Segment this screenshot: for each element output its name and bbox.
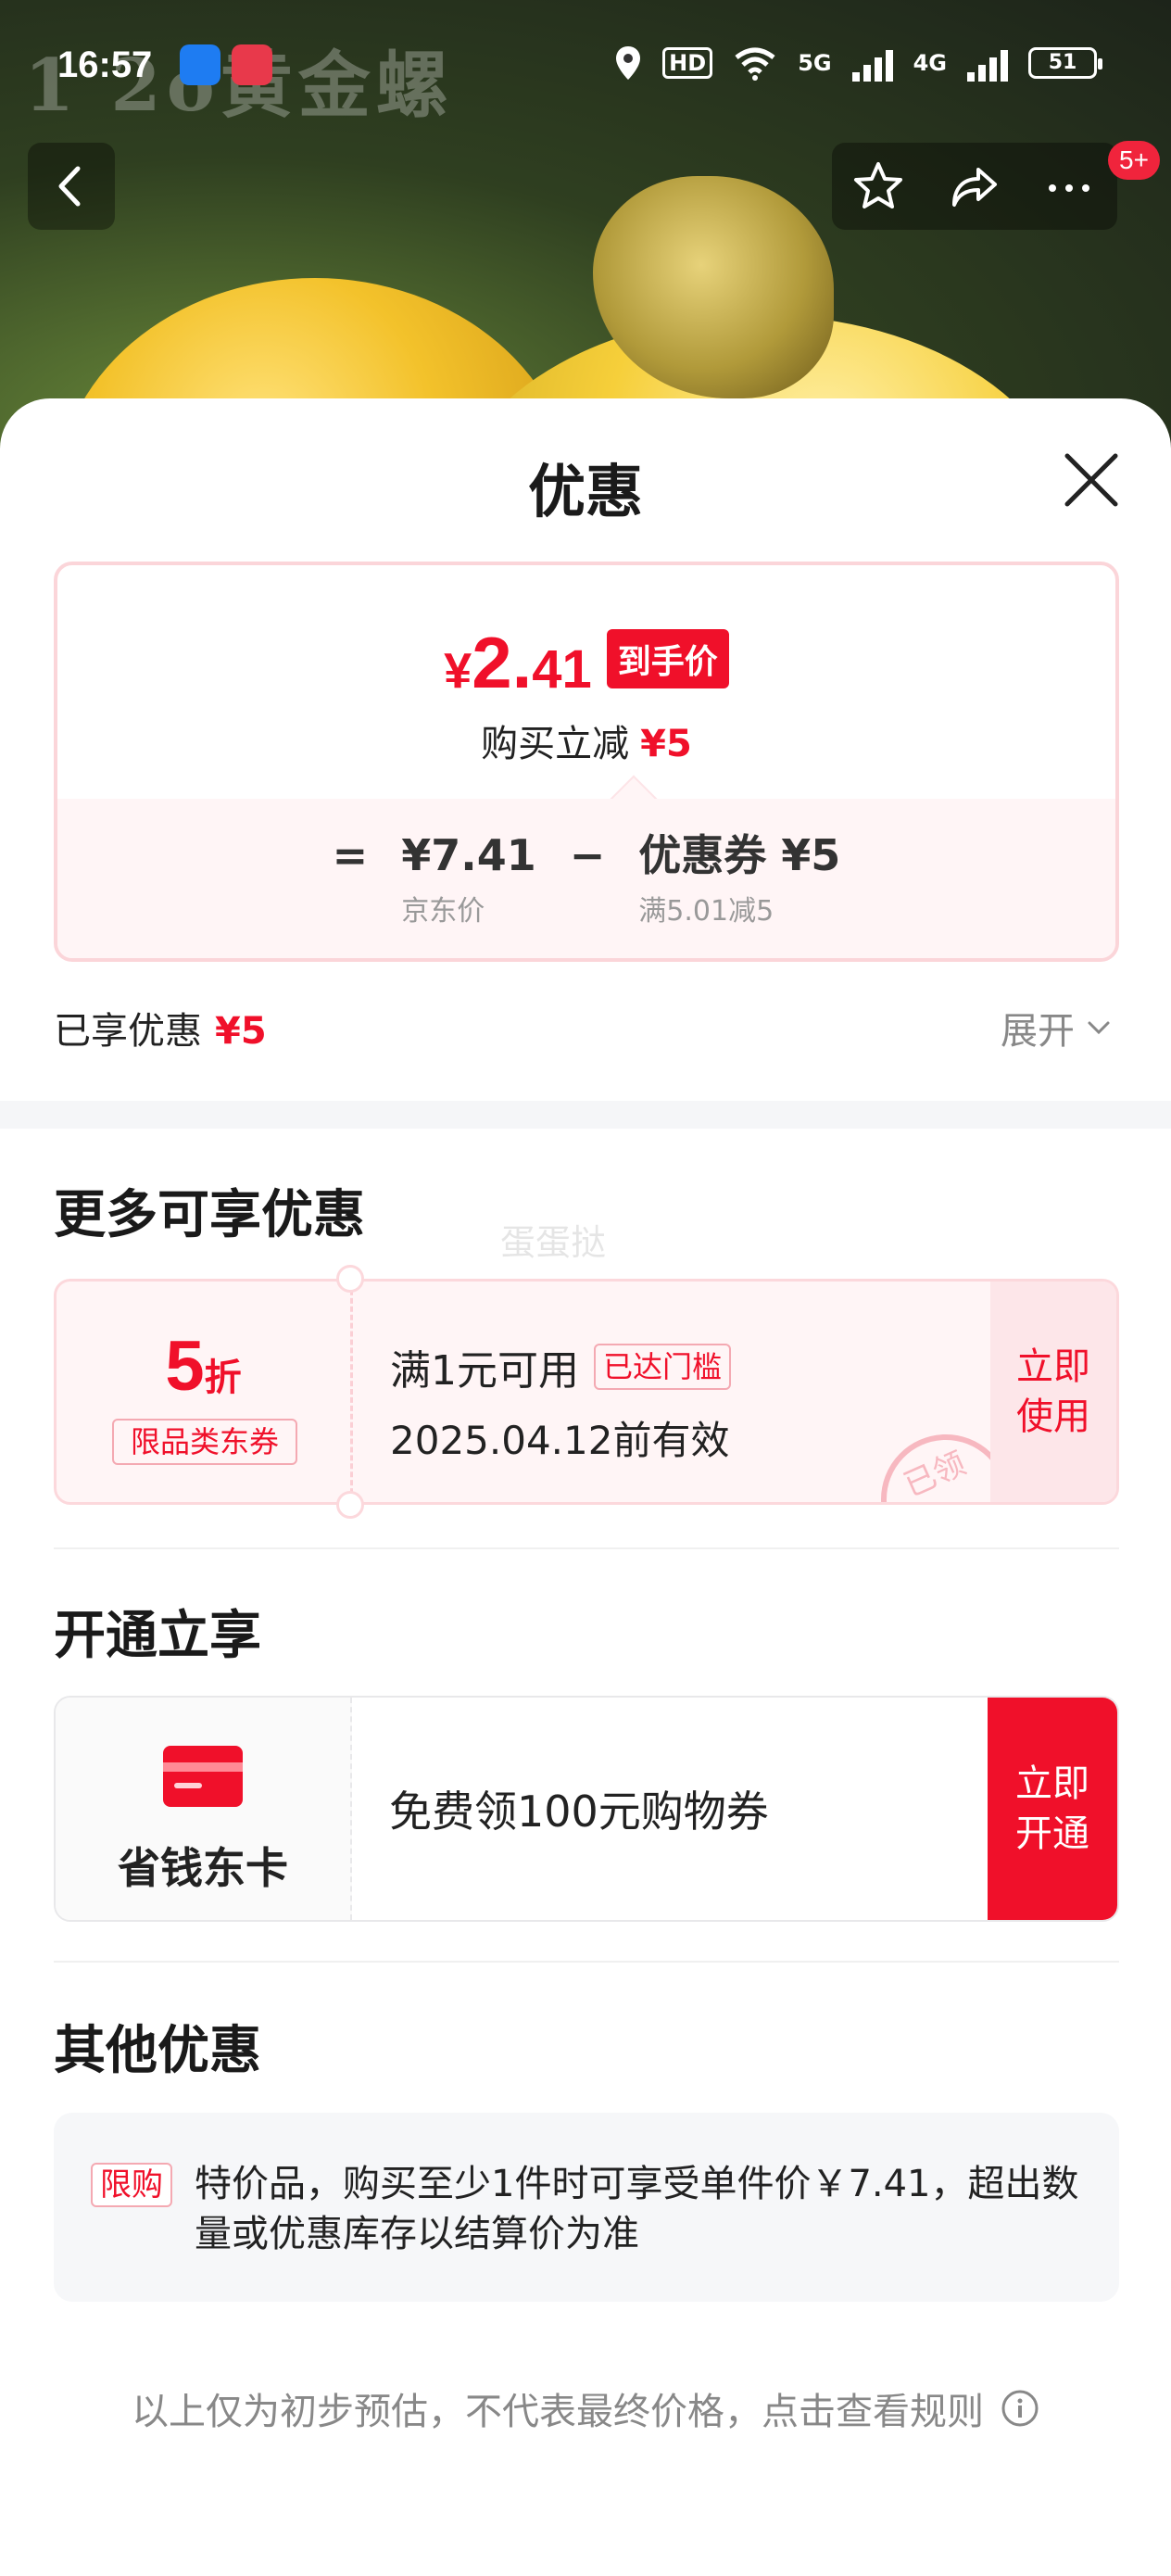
expand-label: 展开 xyxy=(1001,1010,1075,1053)
favorite-button[interactable] xyxy=(832,143,925,230)
enjoyed-discount: 已享优惠 ¥5 xyxy=(54,1001,267,1054)
notification-app-icon xyxy=(232,44,272,85)
final-price-tag: 到手价 xyxy=(606,629,729,688)
enjoyed-discount-value: ¥5 xyxy=(215,1010,267,1053)
network-4g-label: 4G xyxy=(913,50,947,76)
battery-icon: 51 xyxy=(1028,47,1102,79)
system-indicators: HD 5G 4G 51 xyxy=(614,44,1102,82)
base-price-label: 京东价 xyxy=(401,895,485,928)
threshold-reached-tag: 已达门槛 xyxy=(594,1344,732,1390)
coupon-type-tag: 限品类东券 xyxy=(112,1419,297,1465)
close-icon xyxy=(1064,453,1118,507)
use-now-label: 立即使用 xyxy=(1016,1345,1090,1438)
hd-voice-icon: HD xyxy=(662,47,713,79)
status-bar: 16:57 HD 5G 4G 51 xyxy=(0,37,1171,102)
wifi-icon xyxy=(735,47,775,81)
coupon-info: 满1元可用 已达门槛 2025.04.12前有效 xyxy=(390,1337,732,1466)
other-promotions-title: 其他优惠 xyxy=(54,2021,261,2081)
coupon-condition-row: 满1元可用 已达门槛 xyxy=(390,1337,732,1396)
base-price-term: ¥7.41 京东价 xyxy=(401,830,536,928)
price-formula: = ¥7.41 京东价 − 优惠券 ¥5 满5.01减5 xyxy=(57,830,1115,928)
coupon-amount: 优惠券 ¥5 xyxy=(638,830,841,880)
purchase-limit-tag: 限购 xyxy=(91,2163,172,2207)
share-icon xyxy=(952,168,997,207)
chevron-left-icon xyxy=(58,166,81,207)
currency-symbol: ¥ xyxy=(444,643,472,699)
use-now-button[interactable]: 立即使用 xyxy=(990,1282,1116,1502)
info-icon xyxy=(1001,2390,1039,2427)
clock: 16:57 xyxy=(57,44,153,85)
final-price-card: ¥2.41 到手价 购买立减 ¥5 = ¥7.41 京东价 − 优惠券 ¥5 满5… xyxy=(54,562,1119,962)
instant-discount-line: 购买立减 ¥5 xyxy=(57,713,1115,767)
price-breakdown: = ¥7.41 京东价 − 优惠券 ¥5 满5.01减5 xyxy=(57,799,1115,958)
final-price-row: ¥2.41 到手价 xyxy=(57,621,1115,705)
card-icon xyxy=(163,1746,243,1807)
location-icon xyxy=(616,46,641,80)
promotion-sheet: 优惠 ¥2.41 到手价 购买立减 ¥5 = ¥7.41 京东价 − 优惠券 ¥… xyxy=(0,398,1171,2576)
message-count-badge: 5+ xyxy=(1108,141,1160,180)
section-divider xyxy=(54,1961,1119,1963)
coupon-validity: 2025.04.12前有效 xyxy=(390,1418,730,1463)
activate-title: 开通立享 xyxy=(54,1606,261,1666)
coupon-discount: 5折 xyxy=(57,1326,350,1407)
member-card: 省钱东卡 免费领100元购物券 立即开通 xyxy=(54,1696,1119,1922)
price-rules-link[interactable]: 以上仅为初步预估，不代表最终价格，点击查看规则 xyxy=(0,2381,1171,2435)
instant-discount-value: ¥5 xyxy=(640,723,692,765)
star-icon xyxy=(854,162,902,208)
coupon-card: 5折 限品类东券 满1元可用 已达门槛 2025.04.12前有效 已领 立即使… xyxy=(54,1279,1119,1505)
user-watermark: 蛋蛋挞 xyxy=(500,1222,607,1263)
coupon-rule: 满5.01减5 xyxy=(638,895,774,928)
member-card-brand: 省钱东卡 xyxy=(56,1698,352,1920)
coupon-term: 优惠券 ¥5 满5.01减5 xyxy=(638,830,840,928)
share-button[interactable] xyxy=(928,143,1021,230)
member-benefit: 免费领100元购物券 xyxy=(389,1787,769,1837)
section-divider xyxy=(54,1547,1119,1549)
final-price-summary: ¥2.41 到手价 购买立减 ¥5 xyxy=(57,565,1115,799)
purchase-limit-notice: 限购 特价品，购买至少1件时可享受单件价￥7.41，超出数量或优惠库存以结算价为… xyxy=(54,2113,1119,2302)
coupon-condition: 满1元可用 xyxy=(390,1347,579,1395)
close-button[interactable] xyxy=(1052,441,1130,519)
section-divider xyxy=(0,1101,1171,1129)
notification-app-icon xyxy=(180,44,220,85)
instant-discount-label: 购买立减 xyxy=(481,723,630,765)
purchase-limit-text: 特价品，购买至少1件时可享受单件价￥7.41，超出数量或优惠库存以结算价为准 xyxy=(195,2163,1079,2255)
price-integer: 2. xyxy=(472,622,533,703)
coupon-discount-number: 5 xyxy=(165,1327,205,1406)
price-decimal: 41 xyxy=(532,639,592,700)
signal-icon xyxy=(851,44,893,82)
activate-now-button[interactable]: 立即开通 xyxy=(988,1698,1117,1920)
expand-button[interactable]: 展开 xyxy=(1001,1001,1114,1054)
more-icon xyxy=(1049,184,1089,192)
chevron-down-icon xyxy=(1088,1021,1110,1035)
activate-now-label: 立即开通 xyxy=(1015,1762,1089,1855)
coupon-notch xyxy=(336,1491,364,1519)
enjoyed-discount-label: 已享优惠 xyxy=(54,1010,202,1053)
base-price: ¥7.41 xyxy=(401,830,536,880)
coupon-discount-unit: 折 xyxy=(204,1357,242,1399)
member-card-name: 省钱东卡 xyxy=(118,1843,288,1893)
final-price: ¥2.41 xyxy=(444,621,592,705)
more-button[interactable] xyxy=(1023,143,1115,230)
price-rules-text: 以上仅为初步预估，不代表最终价格，点击查看规则 xyxy=(132,2391,984,2433)
coupon-discount-panel: 5折 限品类东券 xyxy=(57,1282,353,1502)
top-action-group xyxy=(832,143,1117,230)
back-button[interactable] xyxy=(28,143,115,230)
coupon-notch xyxy=(336,1265,364,1293)
sheet-title: 优惠 xyxy=(527,458,643,525)
signal-icon xyxy=(967,44,1008,82)
more-promotions-title: 更多可享优惠 xyxy=(54,1185,365,1245)
minus-sign: − xyxy=(569,830,606,880)
equals-sign: = xyxy=(332,830,369,880)
network-5g-label: 5G xyxy=(798,50,832,76)
